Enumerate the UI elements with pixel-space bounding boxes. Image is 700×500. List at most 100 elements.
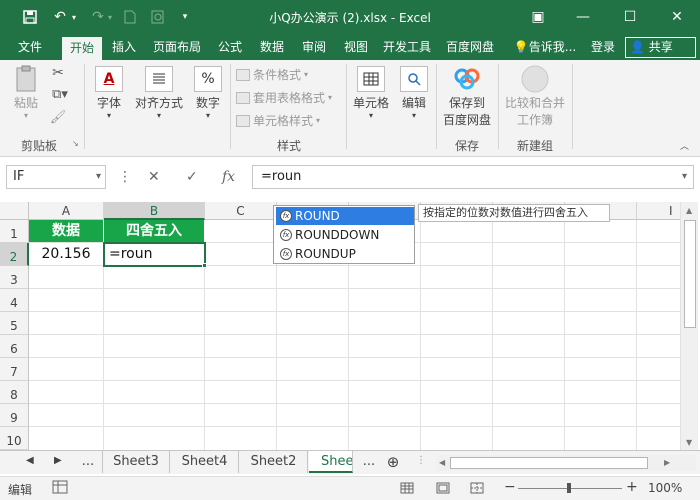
row-header-3[interactable]: 3	[0, 266, 29, 289]
maximize-button[interactable]: ☐	[607, 0, 653, 34]
status-bar: 编辑 − + 100%	[0, 476, 700, 500]
page-break-view-icon[interactable]	[470, 482, 484, 497]
tab-page-layout[interactable]: 页面布局	[148, 36, 206, 60]
tab-review[interactable]: 审阅	[294, 36, 334, 60]
row-header-4[interactable]: 4	[0, 289, 29, 312]
scroll-thumb[interactable]	[684, 220, 696, 328]
editing-button[interactable]: 编辑 ▾	[398, 66, 430, 120]
scroll-right-icon[interactable]: ▶	[664, 458, 670, 467]
row-header-2[interactable]: 2	[0, 243, 29, 266]
insert-function-icon[interactable]: fx	[222, 165, 235, 189]
column-header-i[interactable]: I	[637, 202, 680, 220]
tab-split-icon[interactable]: ⋮	[416, 455, 426, 466]
undo-icon[interactable]: ↶	[50, 7, 70, 27]
ribbon-display-icon[interactable]: ▣	[515, 0, 561, 34]
next-sheet-icon[interactable]: ▶	[54, 455, 62, 466]
autocomplete-item-roundup[interactable]: fx ROUNDUP	[276, 245, 414, 263]
formula-input[interactable]: =roun ▾	[252, 165, 694, 189]
format-painter-icon[interactable]: 🖌	[48, 110, 68, 125]
enter-icon[interactable]: ✓	[186, 165, 198, 189]
clipboard-launcher-icon[interactable]: ↘	[72, 139, 79, 148]
row-header-7[interactable]: 7	[0, 358, 29, 381]
number-button[interactable]: % 数字 ▾	[190, 66, 226, 120]
table-format-button[interactable]: 套用表格格式 ▾	[236, 89, 332, 106]
prev-sheet-icon[interactable]: ◀	[26, 455, 34, 466]
horizontal-scrollbar[interactable]: ◀ ▶	[436, 455, 696, 471]
row-header-10[interactable]: 10	[0, 427, 29, 450]
cell-a1[interactable]: 数据	[29, 220, 104, 243]
sheet-tab-ellipsis-right[interactable]: ...	[358, 451, 380, 473]
customize-qat-icon[interactable]: ▾	[178, 7, 192, 27]
sheet-tab-active[interactable]: Shee	[309, 451, 353, 473]
normal-view-icon[interactable]	[400, 482, 414, 497]
share-button[interactable]: 👤 共享	[625, 37, 696, 58]
cut-icon[interactable]: ✂	[48, 65, 68, 81]
tab-insert[interactable]: 插入	[104, 36, 144, 60]
cell-style-button[interactable]: 单元格样式 ▾	[236, 112, 320, 129]
save-to-baidu-button[interactable]: 保存到 百度网盘	[440, 66, 494, 128]
minimize-button[interactable]: —	[560, 0, 606, 34]
autocomplete-item-rounddown[interactable]: fx ROUNDDOWN	[276, 226, 414, 244]
cell-a2[interactable]: 20.156	[29, 243, 104, 266]
redo-dropdown-icon[interactable]: ▾	[104, 7, 116, 27]
autocomplete-item-round[interactable]: fx ROUND	[276, 207, 414, 225]
separator	[572, 64, 573, 149]
sheet-tab-sheet2[interactable]: Sheet2	[240, 451, 308, 473]
print-preview-icon[interactable]	[148, 7, 168, 27]
active-cell-b2[interactable]: =roun	[103, 242, 206, 267]
select-all-button[interactable]	[0, 202, 29, 220]
conditional-format-button[interactable]: 条件格式 ▾	[236, 66, 308, 83]
login-link[interactable]: 登录	[586, 36, 620, 60]
tab-developer[interactable]: 开发工具	[378, 36, 436, 60]
row-header-9[interactable]: 9	[0, 404, 29, 427]
sheet-tab-sheet4[interactable]: Sheet4	[171, 451, 239, 473]
zoom-slider-thumb[interactable]	[567, 483, 571, 493]
row-header-8[interactable]: 8	[0, 381, 29, 404]
sheet-ellipsis[interactable]: ...	[74, 451, 102, 473]
row-header-5[interactable]: 5	[0, 312, 29, 335]
row-header-6[interactable]: 6	[0, 335, 29, 358]
compare-merge-button[interactable]: 比较和合并 工作簿	[502, 65, 568, 128]
tab-baidu-pan[interactable]: 百度网盘	[440, 36, 500, 60]
save-icon[interactable]	[20, 7, 40, 27]
paste-button[interactable]: 粘贴 ▾	[8, 65, 44, 120]
tab-data[interactable]: 数据	[252, 36, 292, 60]
tab-file[interactable]: 文件	[8, 36, 52, 60]
zoom-level[interactable]: 100%	[648, 481, 682, 495]
tab-home[interactable]: 开始	[62, 37, 102, 61]
tab-view[interactable]: 视图	[336, 36, 376, 60]
scroll-down-icon[interactable]: ▼	[686, 438, 692, 447]
name-box-dropdown-icon[interactable]: ▾	[96, 166, 101, 188]
close-button[interactable]: ✕	[654, 0, 700, 34]
undo-dropdown-icon[interactable]: ▾	[68, 7, 80, 27]
sheet-tab-sheet3[interactable]: Sheet3	[102, 451, 170, 473]
scroll-left-icon[interactable]: ◀	[439, 458, 445, 467]
copy-icon[interactable]: ⧉▾	[48, 87, 72, 102]
font-button[interactable]: A 字体 ▾	[90, 66, 128, 120]
add-sheet-button[interactable]: ⊕	[382, 451, 404, 473]
alignment-button[interactable]: 对齐方式 ▾	[132, 66, 186, 120]
zoom-in-button[interactable]: +	[626, 479, 638, 495]
expand-formula-icon[interactable]: ▾	[682, 166, 687, 188]
cell-b1[interactable]: 四舍五入	[104, 220, 205, 243]
column-header-b[interactable]: B	[104, 202, 205, 220]
cells-dropdown-icon: ▾	[368, 111, 373, 120]
cancel-icon[interactable]: ✕	[148, 165, 160, 189]
vertical-scrollbar[interactable]: ▲ ▼	[680, 202, 698, 450]
fill-handle[interactable]	[202, 263, 207, 268]
page-layout-view-icon[interactable]	[436, 482, 450, 497]
tab-formulas[interactable]: 公式	[210, 36, 250, 60]
tell-me-box[interactable]: 💡告诉我...	[510, 36, 580, 60]
macro-record-icon[interactable]	[52, 480, 68, 497]
new-file-icon[interactable]	[120, 7, 140, 27]
name-box[interactable]: IF ▾	[6, 165, 106, 189]
collapse-ribbon-icon[interactable]: ︿	[680, 139, 689, 152]
column-header-a[interactable]: A	[29, 202, 104, 220]
horizontal-scroll-thumb[interactable]	[450, 457, 648, 469]
column-header-c[interactable]: C	[205, 202, 277, 220]
zoom-out-button[interactable]: −	[504, 479, 516, 495]
row-header-1[interactable]: 1	[0, 220, 29, 243]
autocomplete-label: ROUNDUP	[295, 247, 356, 261]
scroll-up-icon[interactable]: ▲	[686, 206, 692, 215]
cells-button[interactable]: 单元格 ▾	[352, 66, 390, 120]
